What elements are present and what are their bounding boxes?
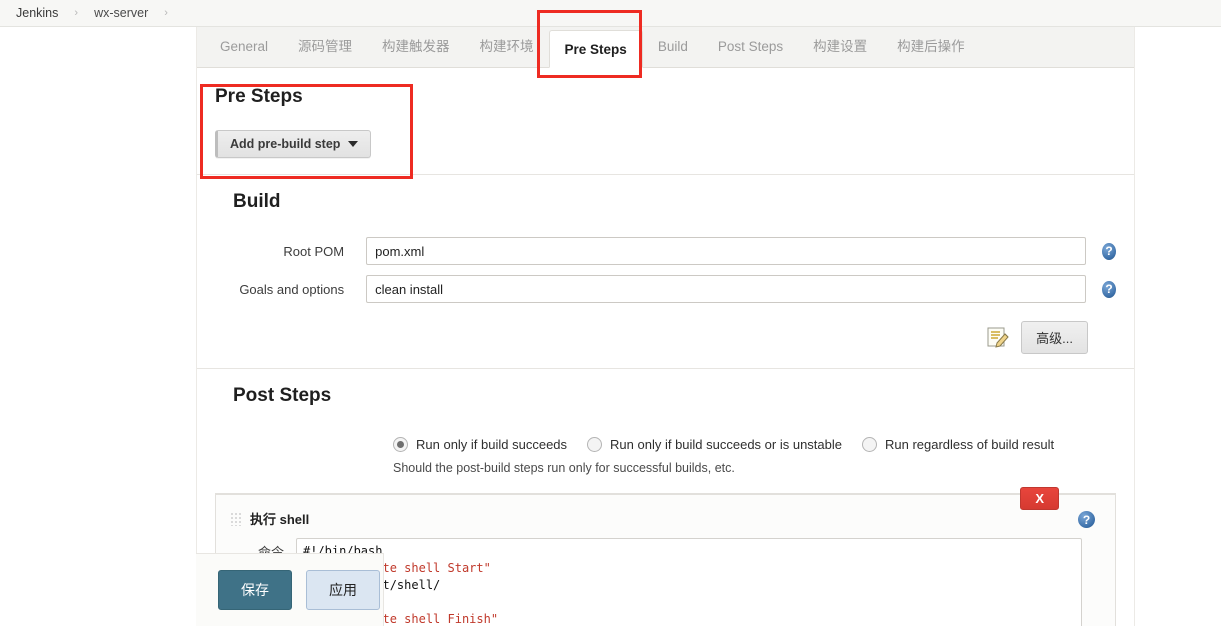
drag-handle-icon[interactable] [230, 511, 242, 526]
tab-build-environment[interactable]: 构建环境 [465, 26, 549, 67]
radio-label-run-if-succeeds-or-unstable: Run only if build succeeds or is unstabl… [610, 437, 842, 452]
post-steps-title: Post Steps [233, 385, 332, 406]
radio-run-if-succeeds[interactable] [393, 437, 408, 452]
help-icon-goals[interactable]: ? [1102, 280, 1116, 298]
command-textarea[interactable]: #!/bin/bash echo "execute shell Start" c… [296, 538, 1082, 626]
save-button[interactable]: 保存 [218, 570, 292, 610]
radio-run-regardless[interactable] [862, 437, 877, 452]
breadcrumb: Jenkins › wx-server › [0, 0, 1221, 27]
advanced-row: 高级... [215, 313, 1116, 368]
execute-shell-header: 执行 shell [216, 505, 1115, 538]
chevron-down-icon [348, 141, 359, 147]
help-icon-execute-shell[interactable]: ? [1078, 511, 1095, 528]
radio-run-if-succeeds-or-unstable[interactable] [587, 437, 603, 452]
advanced-button[interactable]: 高级... [1021, 321, 1088, 354]
add-pre-build-step-label: Add pre-build step [230, 137, 341, 151]
tab-post-build-actions[interactable]: 构建后操作 [882, 26, 980, 67]
apply-button[interactable]: 应用 [306, 570, 380, 610]
config-panel: General 源码管理 构建触发器 构建环境 Pre Steps Build … [196, 27, 1135, 626]
tab-build-triggers[interactable]: 构建触发器 [367, 26, 465, 67]
post-steps-hint: Should the post-build steps run only for… [393, 461, 735, 475]
breadcrumb-separator-icon-2: › [164, 7, 168, 19]
tab-build[interactable]: Build [643, 26, 703, 67]
tab-source-management[interactable]: 源码管理 [283, 26, 367, 67]
goals-label: Goals and options [239, 281, 345, 297]
breadcrumb-separator-icon: › [74, 7, 79, 19]
pre-steps-title: Pre Steps [215, 86, 303, 107]
tab-post-steps[interactable]: Post Steps [703, 26, 798, 67]
goals-input[interactable] [366, 275, 1087, 303]
delete-step-button[interactable]: X [1020, 487, 1059, 510]
pre-steps-section: Pre Steps Add pre-build step [197, 68, 1134, 174]
tab-pre-steps[interactable]: Pre Steps [548, 30, 643, 68]
tab-build-settings[interactable]: 构建设置 [798, 26, 882, 67]
build-title: Build [233, 191, 281, 212]
radio-label-run-regardless: Run regardless of build result [885, 437, 1055, 452]
root-pom-row: Root POM ? [215, 237, 1116, 265]
tab-general[interactable]: General [205, 26, 283, 67]
radio-label-run-if-succeeds: Run only if build succeeds [416, 437, 568, 452]
config-tab-bar: General 源码管理 构建触发器 构建环境 Pre Steps Build … [197, 27, 1134, 68]
goals-row: Goals and options ? [215, 275, 1116, 303]
build-section: Build Root POM ? Goals and options ? [197, 175, 1134, 368]
form-action-bar: 保存 应用 [196, 553, 384, 626]
page-root: Jenkins › wx-server › General 源码管理 构建触发器… [0, 0, 1221, 626]
notepad-edit-icon [987, 327, 1011, 348]
add-pre-build-step-button[interactable]: Add pre-build step [215, 130, 372, 158]
post-steps-section: Post Steps Run only if build succeeds Ru… [197, 369, 1134, 475]
execute-shell-title: 执行 shell [250, 512, 310, 527]
breadcrumb-item-project[interactable]: wx-server [88, 6, 154, 20]
root-pom-label: Root POM [283, 243, 345, 259]
root-pom-input[interactable] [366, 237, 1087, 265]
post-steps-radio-group: Run only if build succeeds Run only if b… [215, 437, 1116, 452]
help-icon-root-pom[interactable]: ? [1102, 242, 1116, 260]
breadcrumb-item-jenkins[interactable]: Jenkins [10, 6, 64, 20]
